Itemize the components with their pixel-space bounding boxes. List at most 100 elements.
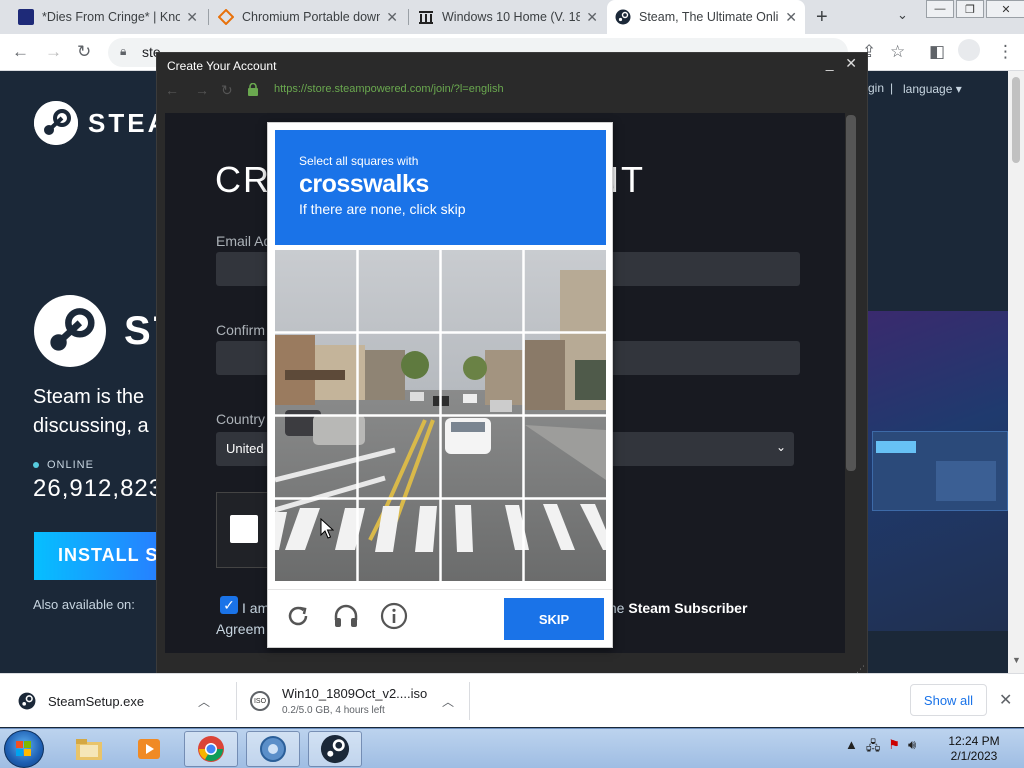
steam-logo[interactable]: STEA (34, 101, 169, 145)
subscriber-agreement-link[interactable]: Steam Subscriber (628, 600, 747, 616)
agreement-checkbox[interactable]: ✓ (220, 596, 238, 614)
country-label: Country (216, 411, 266, 427)
tab-search-chevron-down-icon[interactable]: ⌄ (897, 7, 908, 23)
download-filename: SteamSetup.exe (48, 693, 145, 709)
popup-scrollbar[interactable] (846, 115, 856, 471)
show-all-button[interactable]: Show all (910, 684, 987, 716)
captcha-hint: If there are none, click skip (299, 201, 466, 217)
popup-lock-icon (247, 82, 259, 96)
tab-chromium-portable[interactable]: Chromium Portable down ✕ (210, 0, 406, 34)
captcha-tile[interactable] (358, 250, 439, 331)
system-tray: ▲ 🖧︎ ⚑ 🔊︎ (845, 737, 916, 759)
forward-arrow-icon[interactable]: → (45, 42, 62, 62)
lock-icon[interactable]: 🔒︎ (120, 44, 126, 59)
captcha-tile[interactable] (358, 500, 439, 581)
bookmark-star-icon[interactable]: ☆ (890, 42, 905, 62)
back-arrow-icon[interactable]: ← (12, 42, 29, 62)
scroll-down-arrow-icon[interactable]: ▼ (1012, 655, 1021, 665)
tab-steam[interactable]: Steam, The Ultimate Onli ✕ (607, 0, 805, 34)
reload-icon[interactable]: ↻ (77, 42, 91, 62)
login-link[interactable]: gin (868, 81, 884, 95)
chevron-up-icon[interactable]: ︿ (442, 693, 454, 710)
minimize-button[interactable]: — (926, 0, 954, 18)
restore-button[interactable]: ❐ (956, 0, 984, 18)
agreement-text-line2: Agreem (216, 621, 266, 637)
popup-window-controls: _ ✕ (826, 55, 857, 72)
refresh-icon[interactable] (283, 601, 313, 631)
recaptcha-checkbox[interactable] (230, 515, 258, 543)
popup-forward-icon[interactable]: → (195, 82, 209, 98)
also-available-label: Also available on: (33, 597, 135, 612)
popup-url: https://store.steampowered.com/join/?l=e… (274, 83, 504, 95)
browser-tab-strip: *Dies From Cringe* | Kno ✕ Chromium Port… (0, 0, 1024, 34)
popup-minimize-icon[interactable]: _ (826, 55, 834, 71)
language-dropdown[interactable]: language ▾ (903, 82, 962, 96)
profile-avatar[interactable] (958, 39, 980, 61)
close-downloads-icon[interactable]: ✕ (999, 690, 1012, 710)
popup-back-icon[interactable]: ← (165, 82, 179, 98)
page-scrollbar[interactable]: ▼ (1008, 71, 1024, 673)
close-icon[interactable]: ✕ (186, 9, 198, 26)
download-item-steamsetup[interactable]: SteamSetup.exe ︿ (18, 674, 230, 728)
captcha-tile[interactable] (525, 250, 606, 331)
captcha-tile[interactable] (275, 333, 356, 414)
windows-taskbar: ▲ 🖧︎ ⚑ 🔊︎ 12:24 PM 2/1/2023 (0, 728, 1024, 768)
captcha-tile[interactable] (525, 333, 606, 414)
taskbar-clock[interactable]: 12:24 PM 2/1/2023 (944, 734, 1004, 764)
popup-reload-icon[interactable]: ↻ (221, 82, 233, 99)
action-center-flag-icon[interactable]: ⚑ (888, 737, 900, 759)
close-icon[interactable]: ✕ (785, 9, 797, 26)
download-item-win10-iso[interactable]: ISO Win10_1809Oct_v2....iso 0.2/5.0 GB, … (250, 674, 462, 728)
captcha-header: Select all squares with crosswalks If th… (275, 130, 606, 245)
scrollbar-thumb[interactable] (1012, 77, 1020, 163)
online-dot-icon (33, 462, 39, 468)
captcha-tile[interactable] (358, 417, 439, 498)
captcha-tile[interactable] (442, 417, 523, 498)
skip-button[interactable]: SKIP (504, 598, 604, 640)
captcha-tile[interactable] (442, 333, 523, 414)
steam-taskbar-button[interactable] (308, 731, 362, 767)
captcha-tile[interactable] (358, 333, 439, 414)
steam-icon (320, 734, 350, 764)
close-icon[interactable]: ✕ (586, 9, 598, 26)
download-progress-text: 0.2/5.0 GB, 4 hours left (282, 705, 385, 716)
captcha-tile[interactable] (442, 500, 523, 581)
file-explorer-taskbar-button[interactable] (62, 731, 116, 767)
captcha-tile[interactable] (442, 250, 523, 331)
captcha-tile[interactable] (275, 250, 356, 331)
online-label-text: ONLINE (47, 459, 94, 471)
side-panel-icon[interactable]: ◧ (929, 42, 945, 62)
control-panel-taskbar-button[interactable] (246, 731, 300, 767)
captcha-instruction: Select all squares with (299, 154, 419, 168)
show-hidden-icons-icon[interactable]: ▲ (845, 737, 858, 759)
captcha-tile[interactable] (525, 500, 606, 581)
media-player-icon (138, 739, 160, 759)
tab-title: Windows 10 Home (V. 18 (442, 10, 581, 24)
hero-line: discussing, a (33, 415, 149, 437)
info-icon[interactable] (379, 601, 409, 631)
agreement-text-left: I am (242, 600, 270, 616)
kebab-menu-icon[interactable]: ⋮ (997, 42, 1014, 62)
tab-title: *Dies From Cringe* | Kno (42, 10, 181, 24)
tab-windows-10-home[interactable]: Windows 10 Home (V. 18 ✕ (410, 0, 606, 34)
chrome-taskbar-button[interactable] (184, 731, 238, 767)
close-icon[interactable]: ✕ (386, 9, 398, 26)
captcha-footer: SKIP (268, 589, 612, 647)
agreement-text-right: the Steam Subscriber (605, 600, 747, 616)
tab-divider (208, 9, 209, 25)
close-window-button[interactable]: ✕ (986, 0, 1024, 18)
headphones-icon[interactable] (331, 601, 361, 631)
media-player-taskbar-button[interactable] (122, 731, 176, 767)
new-tab-button[interactable]: + (816, 6, 828, 29)
captcha-tile[interactable] (275, 500, 356, 581)
start-button[interactable] (4, 730, 44, 768)
steam-file-icon (18, 692, 36, 710)
captcha-tile[interactable] (275, 417, 356, 498)
network-icon[interactable]: 🖧︎ (866, 737, 881, 759)
chevron-up-icon[interactable]: ︿ (198, 693, 210, 710)
popup-close-icon[interactable]: ✕ (845, 55, 857, 71)
folder-icon (76, 739, 102, 760)
volume-icon[interactable]: 🔊︎ (908, 737, 916, 759)
captcha-tile[interactable] (525, 417, 606, 498)
tab-know-your-meme[interactable]: *Dies From Cringe* | Kno ✕ (10, 0, 206, 34)
